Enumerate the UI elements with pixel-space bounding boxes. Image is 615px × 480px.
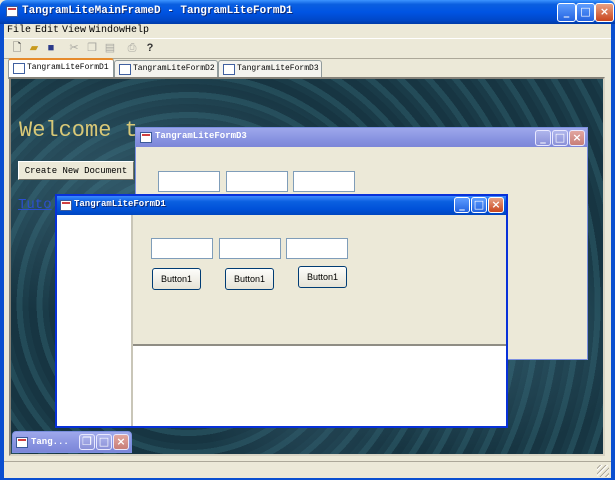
- toolbar: 🗋 ▰ ■ ✂ ❐ ▤ ⎙ ?: [4, 38, 611, 59]
- document-tabs: TangramLiteFormD1 TangramLiteFormD2 Tang…: [4, 58, 611, 79]
- main-title-bar[interactable]: TangramLiteMainFrameD - TangramLiteFormD…: [0, 0, 615, 24]
- menu-view[interactable]: View: [62, 25, 86, 36]
- form-d1-title-bar[interactable]: TangramLiteFormD1 _ □ ×: [57, 196, 506, 215]
- form-icon: [140, 132, 152, 143]
- maximize-button[interactable]: □: [576, 3, 595, 22]
- main-window-title: TangramLiteMainFrameD - TangramLiteFormD…: [22, 5, 293, 17]
- form-d3-title-bar[interactable]: TangramLiteFormD3 _ □ ×: [136, 128, 587, 147]
- save-icon[interactable]: ■: [43, 41, 59, 55]
- form-d1-maximize-button[interactable]: □: [471, 197, 487, 213]
- form-d1-window[interactable]: TangramLiteFormD1 _ □ × Button1 Button1 …: [55, 194, 508, 428]
- form-d1-left-panel[interactable]: [57, 215, 133, 426]
- tab-form-d1[interactable]: TangramLiteFormD1: [8, 58, 114, 79]
- minimized-close-button[interactable]: ×: [113, 434, 129, 450]
- menu-edit[interactable]: Edit: [35, 25, 59, 36]
- minimize-icon: _: [563, 5, 570, 18]
- form-d1-text-box-3[interactable]: [286, 238, 348, 259]
- tab-label: TangramLiteFormD2: [133, 64, 215, 73]
- minimized-maximize-button[interactable]: □: [96, 434, 112, 450]
- menu-bar: File Edit View Window Help: [4, 24, 611, 38]
- form-icon: [60, 200, 72, 211]
- form-d1-button-2[interactable]: Button1: [225, 268, 274, 290]
- menu-help[interactable]: Help: [125, 25, 149, 36]
- background-link[interactable]: Tuto: [18, 197, 52, 213]
- tab-label: TangramLiteFormD3: [237, 64, 319, 73]
- form-d1-close-button[interactable]: ×: [488, 197, 504, 213]
- form-d1-button-3[interactable]: Button1: [298, 266, 347, 288]
- create-new-document-button[interactable]: Create New Document: [18, 161, 134, 180]
- minimized-window-title: Tang...: [31, 437, 69, 447]
- form-d3-close-button[interactable]: ×: [569, 130, 585, 146]
- maximize-icon: □: [580, 5, 591, 18]
- minimize-button[interactable]: _: [557, 3, 576, 22]
- restore-button[interactable]: ❐: [79, 434, 95, 450]
- minimize-icon: _: [540, 131, 546, 144]
- form-d1-bottom-panel[interactable]: [133, 346, 506, 426]
- close-icon: ×: [491, 198, 501, 211]
- app-icon[interactable]: [6, 6, 18, 17]
- help-icon[interactable]: ?: [142, 41, 158, 55]
- form-d3-minimize-button[interactable]: _: [535, 130, 551, 146]
- maximize-icon: □: [554, 131, 566, 144]
- form-icon: [13, 63, 25, 74]
- form-d3-text-box-1[interactable]: [158, 171, 220, 192]
- tab-form-d3[interactable]: TangramLiteFormD3: [218, 60, 322, 77]
- status-bar: [4, 461, 611, 478]
- paste-icon[interactable]: ▤: [102, 41, 118, 55]
- new-icon[interactable]: 🗋: [9, 41, 25, 55]
- close-button[interactable]: ×: [595, 3, 614, 22]
- form-d3-title: TangramLiteFormD3: [155, 131, 247, 141]
- open-icon[interactable]: ▰: [26, 41, 42, 55]
- frame-border-right: [611, 24, 615, 480]
- menu-file[interactable]: File: [7, 25, 31, 36]
- form-d1-minimize-button[interactable]: _: [454, 197, 470, 213]
- form-d1-text-box-1[interactable]: [151, 238, 213, 259]
- maximize-icon: □: [473, 198, 485, 211]
- close-icon: ×: [599, 5, 610, 18]
- minimize-icon: _: [459, 198, 465, 211]
- form-d1-title: TangramLiteFormD1: [74, 199, 166, 209]
- resize-grip[interactable]: [597, 465, 609, 477]
- tab-form-d2[interactable]: TangramLiteFormD2: [114, 60, 218, 77]
- close-icon: ×: [116, 435, 126, 448]
- minimized-window[interactable]: Tang... ❐ □ ×: [12, 431, 132, 453]
- form-d3-maximize-button[interactable]: □: [552, 130, 568, 146]
- menu-window[interactable]: Window: [89, 25, 125, 36]
- frame-border-left: [0, 24, 4, 480]
- print-icon[interactable]: ⎙: [124, 41, 140, 55]
- form-d3-text-box-3[interactable]: [293, 171, 355, 192]
- maximize-icon: □: [98, 435, 110, 448]
- cut-icon[interactable]: ✂: [66, 41, 82, 55]
- welcome-heading: Welcome t: [19, 118, 138, 143]
- tab-label: TangramLiteFormD1: [27, 63, 109, 72]
- copy-icon[interactable]: ❐: [84, 41, 100, 55]
- form-d1-text-box-2[interactable]: [219, 238, 281, 259]
- form-icon: [119, 64, 131, 75]
- form-d1-button-1[interactable]: Button1: [152, 268, 201, 290]
- form-d3-text-box-2[interactable]: [226, 171, 288, 192]
- restore-icon: ❐: [82, 435, 92, 448]
- form-icon: [223, 64, 235, 75]
- close-icon: ×: [572, 131, 582, 144]
- form-icon: [16, 437, 28, 448]
